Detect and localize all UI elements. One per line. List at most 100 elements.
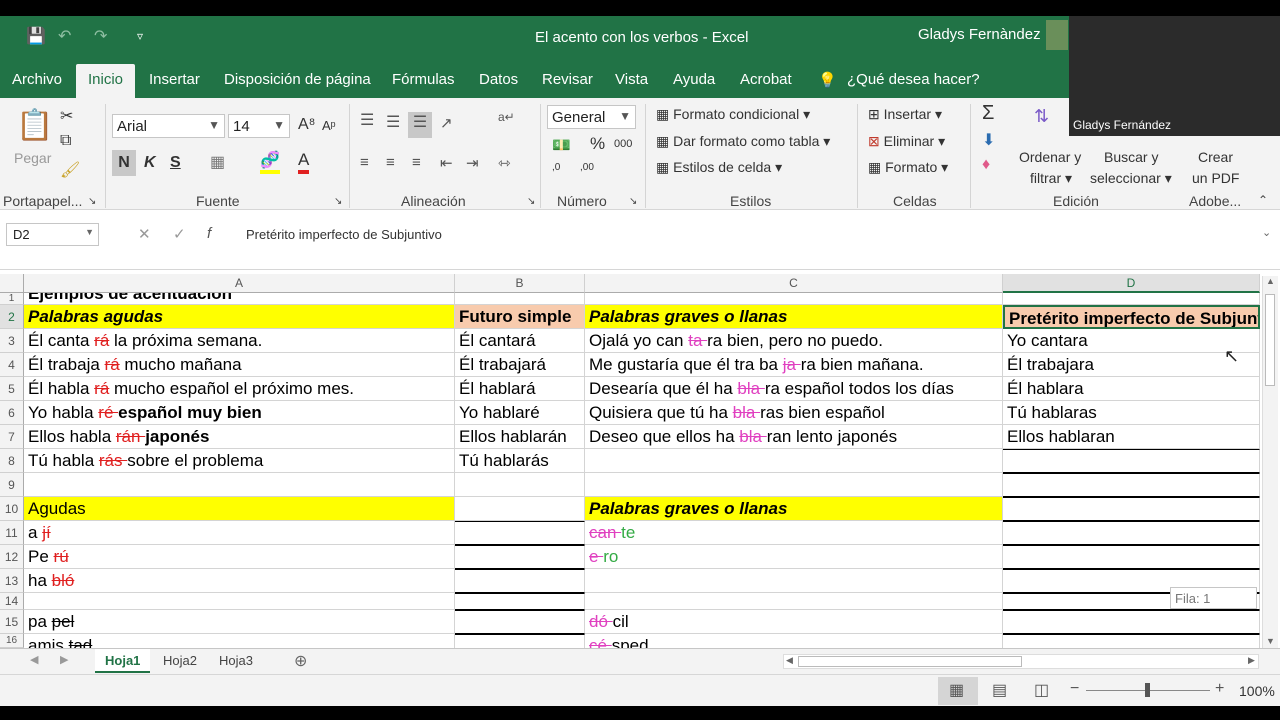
cell-d6[interactable]: Tú hablaras [1003, 401, 1260, 425]
cell-b2[interactable]: Futuro simple [455, 305, 585, 329]
cell-b11[interactable] [455, 521, 585, 545]
copy-icon[interactable]: ⧉ [60, 132, 71, 150]
italic-button[interactable]: K [144, 154, 156, 172]
cell-b1[interactable] [455, 293, 585, 305]
cell-c2[interactable]: Palabras graves o llanas [585, 305, 1003, 329]
underline-button[interactable]: S [170, 154, 181, 172]
clear-icon[interactable]: ♦ [982, 156, 990, 174]
cell-a10[interactable]: Agudas [24, 497, 455, 521]
tab-ayuda[interactable]: Ayuda [673, 71, 715, 88]
cell-b14[interactable] [455, 593, 585, 610]
cell-b16[interactable] [455, 634, 585, 648]
customize-qat-icon[interactable]: ▿ [137, 29, 143, 43]
align-right-icon[interactable]: ≡ [412, 154, 421, 171]
next-sheet-icon[interactable]: ▶ [60, 653, 68, 666]
cell-a13[interactable]: ha bló [24, 569, 455, 593]
enter-icon[interactable]: ✓ [173, 225, 186, 243]
tab-disposicion[interactable]: Disposición de página [224, 71, 371, 88]
tab-revisar[interactable]: Revisar [542, 71, 593, 88]
decrease-indent-icon[interactable]: ⇤ [440, 154, 453, 172]
cell-b8[interactable]: Tú hablarás [455, 449, 585, 473]
sheet-tab-hoja2[interactable]: Hoja2 [153, 649, 207, 673]
sort-filter-icon[interactable]: ⇅ [1034, 106, 1049, 127]
row-header-13[interactable]: 13 [0, 569, 24, 593]
cell-a9[interactable] [24, 473, 455, 497]
cell-a11[interactable]: a jí [24, 521, 455, 545]
column-header-d[interactable]: D [1003, 274, 1260, 293]
add-sheet-icon[interactable]: ⊕ [294, 651, 307, 671]
find-select-button-2[interactable]: seleccionar ▾ [1090, 170, 1172, 187]
cell-d16[interactable] [1003, 634, 1260, 648]
cell-b9[interactable] [455, 473, 585, 497]
cell-a2[interactable]: Palabras agudas [24, 305, 455, 329]
number-format-select[interactable]: General ▼ [547, 105, 636, 129]
scroll-right-icon[interactable]: ▶ [1248, 655, 1255, 666]
zoom-in-icon[interactable]: + [1215, 680, 1224, 698]
horizontal-scrollbar[interactable]: ◀ ▶ [783, 654, 1259, 669]
page-layout-icon[interactable]: ▤ [992, 680, 1007, 700]
cell-c8[interactable] [585, 449, 1003, 473]
prev-sheet-icon[interactable]: ◀ [30, 653, 38, 666]
row-header-11[interactable]: 11 [0, 521, 24, 545]
row-header-14[interactable]: 14 [0, 593, 24, 610]
zoom-out-icon[interactable]: − [1070, 680, 1079, 698]
format-as-table-button[interactable]: ▦ Dar formato como tabla ▾ [656, 133, 830, 150]
clipboard-icon[interactable]: 📋 [16, 108, 53, 143]
create-pdf-button[interactable]: Crear [1198, 149, 1233, 165]
sheet-tab-hoja1[interactable]: Hoja1 [95, 649, 151, 673]
cell-a14[interactable] [24, 593, 455, 610]
increase-decimal-icon[interactable]: ,0 [552, 162, 560, 173]
cell-d15[interactable] [1003, 610, 1260, 634]
cell-d7[interactable]: Ellos hablaran [1003, 425, 1260, 449]
cell-a8[interactable]: Tú habla rás sobre el problema [24, 449, 455, 473]
currency-icon[interactable]: 💵 [552, 136, 571, 154]
row-header-7[interactable]: 7 [0, 425, 24, 449]
font-size-select[interactable]: 14 ▼ [228, 114, 290, 138]
orientation-icon[interactable]: ↗ [440, 114, 453, 132]
vertical-scrollbar[interactable]: ▲ ▼ [1262, 276, 1278, 648]
cell-b7[interactable]: Ellos hablarán [455, 425, 585, 449]
autosum-icon[interactable]: Σ [982, 102, 994, 125]
wrap-text-icon[interactable]: a↵ [498, 110, 515, 124]
undo-icon[interactable]: ↶ [58, 26, 71, 46]
cell-d11[interactable] [1003, 521, 1260, 545]
create-pdf-button-2[interactable]: un PDF [1192, 170, 1239, 186]
row-header-2[interactable]: 2 [0, 305, 24, 329]
cell-c1[interactable] [585, 293, 1003, 305]
row-header-3[interactable]: 3 [0, 329, 24, 353]
cell-a6[interactable]: Yo habla ré español muy bien [24, 401, 455, 425]
column-header-c[interactable]: C [585, 274, 1003, 293]
row-header-5[interactable]: 5 [0, 377, 24, 401]
hscroll-thumb[interactable] [798, 656, 1022, 667]
cell-c9[interactable] [585, 473, 1003, 497]
cell-a12[interactable]: Pe rú [24, 545, 455, 569]
expand-formula-icon[interactable]: ⌄ [1262, 226, 1271, 239]
cell-d4[interactable]: Él trabajara [1003, 353, 1260, 377]
scroll-down-icon[interactable]: ▼ [1266, 636, 1275, 646]
zoom-level[interactable]: 100% [1239, 683, 1275, 699]
cell-c4[interactable]: Me gustaría que él tra ba ja ra bien mañ… [585, 353, 1003, 377]
tab-inicio[interactable]: Inicio [76, 64, 136, 98]
align-center-icon[interactable]: ≡ [386, 154, 395, 171]
cell-d5[interactable]: Él hablara [1003, 377, 1260, 401]
conditional-format-button[interactable]: ▦ Formato condicional ▾ [656, 106, 810, 123]
cell-b4[interactable]: Él trabajará [455, 353, 585, 377]
shrink-font-icon[interactable]: Aᵖ [322, 118, 336, 133]
cell-d2-selected[interactable]: Pretérito imperfecto de Subjuntivo [1003, 305, 1260, 329]
scroll-left-icon[interactable]: ◀ [786, 655, 793, 666]
row-header-16[interactable]: 16 [0, 634, 24, 648]
borders-icon[interactable]: ▦ [210, 152, 225, 172]
cell-c7[interactable]: Deseo que ellos ha bla ran lento japonés [585, 425, 1003, 449]
cell-a5[interactable]: Él habla rá mucho español el próximo mes… [24, 377, 455, 401]
tab-formulas[interactable]: Fórmulas [392, 71, 455, 88]
tell-me-search[interactable]: ¿Qué desea hacer? [847, 71, 980, 88]
cell-a4[interactable]: Él trabaja rá mucho mañana [24, 353, 455, 377]
sort-filter-button[interactable]: Ordenar y [1019, 149, 1081, 165]
row-header-6[interactable]: 6 [0, 401, 24, 425]
cell-c12[interactable]: e ro [585, 545, 1003, 569]
cell-c11[interactable]: can te [585, 521, 1003, 545]
fill-color-icon[interactable]: 🧬 [260, 150, 280, 174]
cell-d12[interactable] [1003, 545, 1260, 569]
row-header-4[interactable]: 4 [0, 353, 24, 377]
merge-center-icon[interactable]: ⇿ [498, 154, 511, 172]
